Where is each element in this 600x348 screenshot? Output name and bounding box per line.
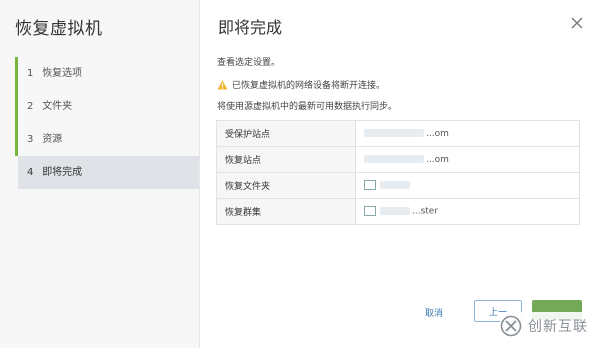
sync-info-text: 将使用源虚拟机中的最新可用数据执行同步。 bbox=[217, 102, 398, 112]
step-number: 1 bbox=[27, 68, 34, 79]
step-recovery-options[interactable]: 1 恢复选项 bbox=[15, 57, 199, 90]
folder-icon bbox=[364, 180, 376, 191]
table-row: 恢复群集 ...ster bbox=[216, 198, 580, 225]
warning-message: 已恢复虚拟机的网络设备将断开连接。 bbox=[217, 78, 385, 91]
redacted-text bbox=[380, 181, 410, 190]
step-number: 4 bbox=[27, 167, 34, 178]
warning-icon bbox=[217, 79, 228, 90]
close-button[interactable] bbox=[570, 16, 584, 30]
page-title: 即将完成 bbox=[218, 18, 283, 37]
close-icon bbox=[571, 17, 583, 29]
row-value: ...om bbox=[355, 146, 580, 173]
watermark-logo-icon bbox=[500, 315, 522, 337]
cluster-icon bbox=[364, 206, 376, 217]
step-resources[interactable]: 3 资源 bbox=[15, 123, 199, 156]
wizard-title: 恢复虚拟机 bbox=[15, 19, 103, 39]
row-key: 恢复群集 bbox=[216, 198, 356, 225]
table-row: 恢复文件夹 bbox=[216, 172, 580, 199]
summary-table: 受保护站点 ...om 恢复站点 ...om 恢复文件夹 恢复群集 ...ste… bbox=[216, 120, 580, 225]
redacted-text bbox=[364, 155, 424, 163]
step-label: 即将完成 bbox=[42, 167, 83, 178]
wizard-steps: 1 恢复选项 2 文件夹 3 资源 4 即将完成 bbox=[15, 57, 199, 189]
step-number: 2 bbox=[27, 101, 34, 112]
redacted-text bbox=[364, 129, 424, 137]
table-row: 受保护站点 ...om bbox=[216, 120, 580, 147]
step-number: 3 bbox=[27, 134, 34, 145]
row-key: 受保护站点 bbox=[216, 120, 356, 147]
redacted-text bbox=[380, 207, 410, 216]
cancel-button[interactable]: 取消 bbox=[425, 306, 443, 319]
row-value: ...om bbox=[355, 120, 580, 147]
main-panel: 即将完成 查看选定设置。 已恢复虚拟机的网络设备将断开连接。 将使用源虚拟机中的… bbox=[200, 0, 600, 348]
step-folder[interactable]: 2 文件夹 bbox=[15, 90, 199, 123]
review-text: 查看选定设置。 bbox=[217, 58, 281, 68]
watermark: 创新互联 bbox=[500, 312, 588, 340]
table-row: 恢复站点 ...om bbox=[216, 146, 580, 173]
step-label: 恢复选项 bbox=[42, 68, 83, 79]
row-value: ...ster bbox=[355, 198, 580, 225]
step-label: 资源 bbox=[42, 134, 63, 145]
step-label: 文件夹 bbox=[42, 101, 73, 112]
recover-vm-dialog: 恢复虚拟机 1 恢复选项 2 文件夹 3 资源 4 即将完成 即将完成 查看选定… bbox=[0, 0, 600, 348]
step-ready-to-complete[interactable]: 4 即将完成 bbox=[18, 156, 199, 189]
warning-text: 已恢复虚拟机的网络设备将断开连接。 bbox=[232, 81, 386, 91]
watermark-text: 创新互联 bbox=[528, 319, 588, 335]
row-value bbox=[355, 172, 580, 199]
row-key: 恢复文件夹 bbox=[216, 172, 356, 199]
row-key: 恢复站点 bbox=[216, 146, 356, 173]
wizard-sidebar: 恢复虚拟机 1 恢复选项 2 文件夹 3 资源 4 即将完成 bbox=[0, 0, 200, 348]
